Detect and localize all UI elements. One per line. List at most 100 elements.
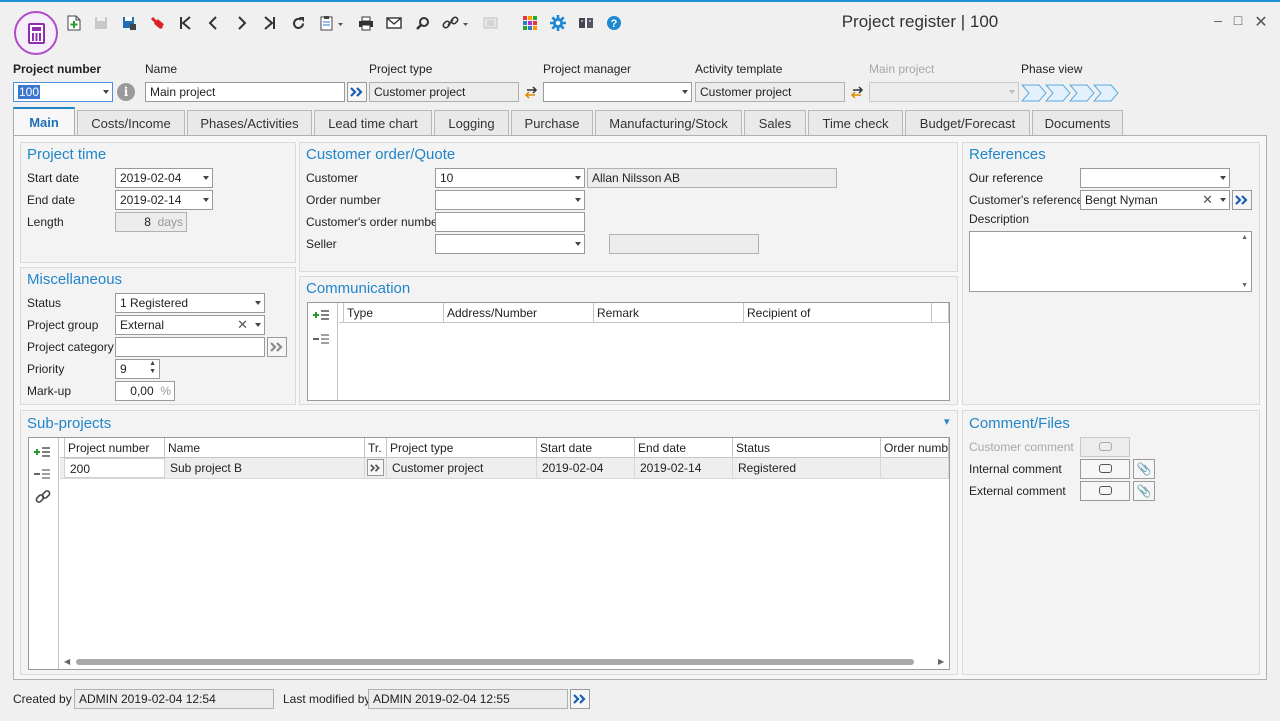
clipboard-icon[interactable] — [318, 13, 346, 33]
column-header[interactable]: Tr. — [365, 438, 387, 458]
tab-phases-activities[interactable]: Phases/Activities — [187, 110, 312, 135]
scroll-left-icon[interactable]: ◀ — [64, 657, 70, 666]
link-icon[interactable] — [441, 13, 471, 33]
column-header[interactable]: Address/Number — [444, 303, 594, 323]
project-type-field[interactable]: Customer project — [369, 82, 519, 102]
tab-logging[interactable]: Logging — [434, 110, 509, 135]
info-icon[interactable]: i — [117, 83, 135, 101]
delete-icon[interactable] — [147, 13, 167, 33]
column-header[interactable]: Type — [344, 303, 444, 323]
column-header[interactable]: Recipient of — [744, 303, 932, 323]
save-copy-icon[interactable] — [119, 13, 139, 33]
transfer-button[interactable] — [367, 459, 384, 476]
cell-order-number[interactable] — [881, 458, 949, 478]
new-record-icon[interactable] — [64, 13, 84, 33]
markup-field[interactable]: 0,00 % — [115, 381, 175, 401]
cell-status[interactable]: Registered — [733, 458, 881, 478]
description-textarea[interactable]: ▲ ▼ — [969, 231, 1252, 292]
swap-arrows-icon[interactable] — [850, 84, 864, 103]
remove-row-icon[interactable] — [34, 468, 50, 483]
external-comment-button[interactable] — [1080, 481, 1130, 501]
tab-lead-time-chart[interactable]: Lead time chart — [314, 110, 432, 135]
tab-time-check[interactable]: Time check — [808, 110, 903, 135]
column-header[interactable]: Name — [165, 438, 365, 458]
customer-comment-button[interactable] — [1080, 437, 1130, 457]
swap-arrows-icon[interactable] — [524, 84, 538, 103]
pin-icon[interactable]: ▾ — [944, 415, 950, 428]
settings-icon[interactable] — [548, 13, 568, 33]
list-icon[interactable] — [480, 13, 500, 33]
refresh-icon[interactable] — [288, 13, 308, 33]
scroll-right-icon[interactable]: ▶ — [938, 657, 944, 666]
category-go-button[interactable] — [267, 337, 287, 357]
email-icon[interactable] — [384, 13, 404, 33]
external-attach-button[interactable]: 📎 — [1133, 481, 1155, 501]
our-reference-field[interactable] — [1080, 168, 1230, 188]
tab-purchase[interactable]: Purchase — [511, 110, 593, 135]
name-go-button[interactable] — [347, 82, 367, 102]
status-field[interactable]: 1 Registered — [115, 293, 265, 313]
column-header[interactable]: End date — [635, 438, 733, 458]
project-number-field[interactable]: 100 — [13, 82, 113, 102]
remove-row-icon[interactable] — [313, 333, 329, 348]
clear-icon[interactable]: ✕ — [237, 317, 248, 333]
tab-main[interactable]: Main — [13, 107, 75, 136]
customer-reference-go-button[interactable] — [1232, 190, 1252, 210]
activity-template-field[interactable]: Customer project — [695, 82, 845, 102]
project-category-field[interactable] — [115, 337, 265, 357]
cell-project-number[interactable]: 200 — [64, 458, 165, 478]
end-date-field[interactable]: 2019-02-14 — [115, 190, 213, 210]
horizontal-scrollbar[interactable]: ◀ ▶ — [60, 654, 949, 669]
internal-attach-button[interactable]: 📎 — [1133, 459, 1155, 479]
tab-sales[interactable]: Sales — [744, 110, 806, 135]
column-header[interactable]: Project type — [387, 438, 537, 458]
main-project-field[interactable] — [869, 82, 1019, 102]
close-icon[interactable]: ✕ — [1250, 12, 1272, 32]
column-header[interactable]: Start date — [537, 438, 635, 458]
cell-project-type[interactable]: Customer project — [387, 458, 537, 478]
column-header[interactable]: Project number — [65, 438, 165, 458]
communication-grid[interactable]: Type Address/Number Remark Recipient of — [307, 302, 950, 401]
table-row[interactable]: 200 Sub project B Customer project 2019-… — [60, 458, 949, 479]
order-number-field[interactable] — [435, 190, 585, 210]
name-field[interactable]: Main project — [145, 82, 345, 102]
book-icon[interactable] — [576, 13, 596, 33]
help-icon[interactable]: ? — [604, 13, 624, 33]
next-record-icon[interactable] — [232, 13, 252, 33]
internal-comment-button[interactable] — [1080, 459, 1130, 479]
search-icon[interactable] — [412, 13, 432, 33]
cell-transfer[interactable] — [365, 458, 387, 478]
maximize-icon[interactable]: □ — [1227, 12, 1249, 32]
tab-costs-income[interactable]: Costs/Income — [77, 110, 185, 135]
project-manager-field[interactable] — [543, 82, 692, 102]
tab-documents[interactable]: Documents — [1032, 110, 1123, 135]
previous-record-icon[interactable] — [203, 13, 223, 33]
minimize-icon[interactable]: – — [1207, 12, 1229, 32]
scrollbar-thumb[interactable] — [76, 659, 914, 665]
seller-field[interactable] — [435, 234, 585, 254]
tab-manufacturing-stock[interactable]: Manufacturing/Stock — [595, 110, 742, 135]
print-icon[interactable] — [356, 13, 376, 33]
clear-icon[interactable]: ✕ — [1202, 192, 1213, 208]
column-header[interactable]: Order numbe — [881, 438, 949, 458]
customer-field[interactable]: 10 — [435, 168, 585, 188]
customer-reference-field[interactable]: Bengt Nyman ✕ — [1080, 190, 1230, 210]
cell-name[interactable]: Sub project B — [165, 458, 365, 478]
last-record-icon[interactable] — [260, 13, 280, 33]
apps-grid-icon[interactable] — [520, 13, 540, 33]
column-header[interactable]: Remark — [594, 303, 744, 323]
column-header[interactable]: Status — [733, 438, 881, 458]
tab-budget-forecast[interactable]: Budget/Forecast — [905, 110, 1030, 135]
link-icon[interactable] — [35, 490, 51, 507]
modified-go-button[interactable] — [570, 689, 590, 709]
start-date-field[interactable]: 2019-02-04 — [115, 168, 213, 188]
customer-order-number-field[interactable] — [435, 212, 585, 232]
cell-start-date[interactable]: 2019-02-04 — [537, 458, 635, 478]
add-row-icon[interactable] — [34, 446, 50, 461]
sub-projects-grid[interactable]: Project number Name Tr. Project type Sta… — [28, 437, 950, 670]
first-record-icon[interactable] — [175, 13, 195, 33]
cell-end-date[interactable]: 2019-02-14 — [635, 458, 733, 478]
priority-stepper[interactable]: 9 ▲ ▼ — [115, 359, 160, 379]
add-row-icon[interactable] — [313, 309, 329, 324]
save-disabled-icon[interactable] — [91, 13, 111, 33]
